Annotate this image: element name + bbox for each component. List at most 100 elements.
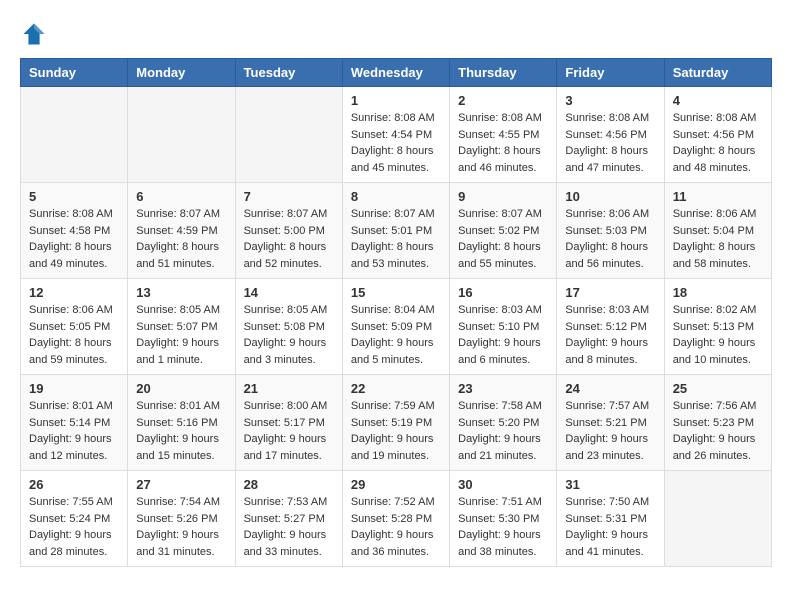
day-info: Sunrise: 8:08 AM Sunset: 4:55 PM Dayligh… (458, 110, 548, 176)
day-info: Sunrise: 8:03 AM Sunset: 5:12 PM Dayligh… (565, 302, 655, 368)
weekday-header: Thursday (450, 59, 557, 87)
day-number: 23 (458, 381, 548, 396)
day-info: Sunrise: 8:06 AM Sunset: 5:03 PM Dayligh… (565, 206, 655, 272)
calendar-cell: 14 Sunrise: 8:05 AM Sunset: 5:08 PM Dayli… (235, 279, 342, 375)
day-info: Sunrise: 8:07 AM Sunset: 5:00 PM Dayligh… (244, 206, 334, 272)
day-number: 12 (29, 285, 119, 300)
weekday-header: Tuesday (235, 59, 342, 87)
calendar-cell (128, 87, 235, 183)
day-info: Sunrise: 8:02 AM Sunset: 5:13 PM Dayligh… (673, 302, 763, 368)
calendar-cell: 18 Sunrise: 8:02 AM Sunset: 5:13 PM Dayli… (664, 279, 771, 375)
day-info: Sunrise: 8:05 AM Sunset: 5:07 PM Dayligh… (136, 302, 226, 368)
day-info: Sunrise: 7:52 AM Sunset: 5:28 PM Dayligh… (351, 494, 441, 560)
day-number: 18 (673, 285, 763, 300)
calendar-cell: 9Sunrise: 8:07 AM Sunset: 5:02 PM Daylig… (450, 183, 557, 279)
day-info: Sunrise: 7:54 AM Sunset: 5:26 PM Dayligh… (136, 494, 226, 560)
calendar-cell: 23 Sunrise: 7:58 AM Sunset: 5:20 PM Dayli… (450, 375, 557, 471)
calendar-cell: 30 Sunrise: 7:51 AM Sunset: 5:30 PM Dayli… (450, 471, 557, 567)
calendar-week-row: 1 Sunrise: 8:08 AM Sunset: 4:54 PM Daylig… (21, 87, 772, 183)
day-number: 16 (458, 285, 548, 300)
calendar-cell: 21 Sunrise: 8:00 AM Sunset: 5:17 PM Dayli… (235, 375, 342, 471)
day-info: Sunrise: 7:51 AM Sunset: 5:30 PM Dayligh… (458, 494, 548, 560)
weekday-header: Sunday (21, 59, 128, 87)
calendar-week-row: 19 Sunrise: 8:01 AM Sunset: 5:14 PM Dayli… (21, 375, 772, 471)
calendar-cell (21, 87, 128, 183)
calendar-cell: 10 Sunrise: 8:06 AM Sunset: 5:03 PM Dayli… (557, 183, 664, 279)
calendar-cell: 3Sunrise: 8:08 AM Sunset: 4:56 PM Daylig… (557, 87, 664, 183)
page-header (20, 20, 772, 48)
day-info: Sunrise: 8:00 AM Sunset: 5:17 PM Dayligh… (244, 398, 334, 464)
calendar-cell: 7Sunrise: 8:07 AM Sunset: 5:00 PM Daylig… (235, 183, 342, 279)
day-info: Sunrise: 8:03 AM Sunset: 5:10 PM Dayligh… (458, 302, 548, 368)
day-number: 1 (351, 93, 441, 108)
day-info: Sunrise: 8:08 AM Sunset: 4:54 PM Dayligh… (351, 110, 441, 176)
calendar-cell: 26 Sunrise: 7:55 AM Sunset: 5:24 PM Dayli… (21, 471, 128, 567)
weekday-header: Monday (128, 59, 235, 87)
day-info: Sunrise: 8:07 AM Sunset: 5:02 PM Dayligh… (458, 206, 548, 272)
calendar-cell: 15Sunrise: 8:04 AM Sunset: 5:09 PM Dayli… (342, 279, 449, 375)
day-number: 14 (244, 285, 334, 300)
day-info: Sunrise: 7:50 AM Sunset: 5:31 PM Dayligh… (565, 494, 655, 560)
calendar-cell: 13 Sunrise: 8:05 AM Sunset: 5:07 PM Dayli… (128, 279, 235, 375)
weekday-header: Wednesday (342, 59, 449, 87)
calendar-table: SundayMondayTuesdayWednesdayThursdayFrid… (20, 58, 772, 567)
calendar-cell: 17 Sunrise: 8:03 AM Sunset: 5:12 PM Dayli… (557, 279, 664, 375)
day-number: 19 (29, 381, 119, 396)
day-number: 25 (673, 381, 763, 396)
day-number: 30 (458, 477, 548, 492)
calendar-cell: 22Sunrise: 7:59 AM Sunset: 5:19 PM Dayli… (342, 375, 449, 471)
day-number: 27 (136, 477, 226, 492)
calendar-cell: 11 Sunrise: 8:06 AM Sunset: 5:04 PM Dayli… (664, 183, 771, 279)
day-number: 13 (136, 285, 226, 300)
calendar-cell: 16 Sunrise: 8:03 AM Sunset: 5:10 PM Dayli… (450, 279, 557, 375)
day-info: Sunrise: 7:58 AM Sunset: 5:20 PM Dayligh… (458, 398, 548, 464)
day-info: Sunrise: 8:06 AM Sunset: 5:04 PM Dayligh… (673, 206, 763, 272)
calendar-cell: 25 Sunrise: 7:56 AM Sunset: 5:23 PM Dayli… (664, 375, 771, 471)
day-number: 21 (244, 381, 334, 396)
day-info: Sunrise: 7:57 AM Sunset: 5:21 PM Dayligh… (565, 398, 655, 464)
day-info: Sunrise: 7:56 AM Sunset: 5:23 PM Dayligh… (673, 398, 763, 464)
day-info: Sunrise: 8:07 AM Sunset: 5:01 PM Dayligh… (351, 206, 441, 272)
calendar-cell: 24 Sunrise: 7:57 AM Sunset: 5:21 PM Dayli… (557, 375, 664, 471)
day-number: 28 (244, 477, 334, 492)
day-number: 3 (565, 93, 655, 108)
day-number: 8 (351, 189, 441, 204)
day-number: 11 (673, 189, 763, 204)
weekday-header: Saturday (664, 59, 771, 87)
day-info: Sunrise: 8:07 AM Sunset: 4:59 PM Dayligh… (136, 206, 226, 272)
logo (20, 20, 52, 48)
calendar-header-row: SundayMondayTuesdayWednesdayThursdayFrid… (21, 59, 772, 87)
calendar-cell: 4Sunrise: 8:08 AM Sunset: 4:56 PM Daylig… (664, 87, 771, 183)
day-info: Sunrise: 8:08 AM Sunset: 4:56 PM Dayligh… (673, 110, 763, 176)
day-number: 31 (565, 477, 655, 492)
day-info: Sunrise: 8:05 AM Sunset: 5:08 PM Dayligh… (244, 302, 334, 368)
calendar-cell: 8 Sunrise: 8:07 AM Sunset: 5:01 PM Daylig… (342, 183, 449, 279)
day-number: 22 (351, 381, 441, 396)
day-info: Sunrise: 8:04 AM Sunset: 5:09 PM Dayligh… (351, 302, 441, 368)
day-number: 24 (565, 381, 655, 396)
calendar-cell: 28 Sunrise: 7:53 AM Sunset: 5:27 PM Dayli… (235, 471, 342, 567)
calendar-cell: 2 Sunrise: 8:08 AM Sunset: 4:55 PM Daylig… (450, 87, 557, 183)
day-number: 10 (565, 189, 655, 204)
calendar-cell: 19 Sunrise: 8:01 AM Sunset: 5:14 PM Dayli… (21, 375, 128, 471)
logo-icon (20, 20, 48, 48)
calendar-week-row: 12Sunrise: 8:06 AM Sunset: 5:05 PM Dayli… (21, 279, 772, 375)
day-number: 2 (458, 93, 548, 108)
day-info: Sunrise: 7:53 AM Sunset: 5:27 PM Dayligh… (244, 494, 334, 560)
weekday-header: Friday (557, 59, 664, 87)
day-info: Sunrise: 8:01 AM Sunset: 5:14 PM Dayligh… (29, 398, 119, 464)
calendar-cell: 1 Sunrise: 8:08 AM Sunset: 4:54 PM Daylig… (342, 87, 449, 183)
calendar-cell: 6Sunrise: 8:07 AM Sunset: 4:59 PM Daylig… (128, 183, 235, 279)
day-info: Sunrise: 8:01 AM Sunset: 5:16 PM Dayligh… (136, 398, 226, 464)
calendar-cell (235, 87, 342, 183)
calendar-cell: 5Sunrise: 8:08 AM Sunset: 4:58 PM Daylig… (21, 183, 128, 279)
calendar-cell: 31 Sunrise: 7:50 AM Sunset: 5:31 PM Dayli… (557, 471, 664, 567)
day-info: Sunrise: 7:55 AM Sunset: 5:24 PM Dayligh… (29, 494, 119, 560)
day-number: 26 (29, 477, 119, 492)
day-number: 17 (565, 285, 655, 300)
calendar-cell: 29 Sunrise: 7:52 AM Sunset: 5:28 PM Dayli… (342, 471, 449, 567)
day-number: 29 (351, 477, 441, 492)
calendar-cell: 12Sunrise: 8:06 AM Sunset: 5:05 PM Dayli… (21, 279, 128, 375)
day-info: Sunrise: 8:08 AM Sunset: 4:58 PM Dayligh… (29, 206, 119, 272)
calendar-cell: 20Sunrise: 8:01 AM Sunset: 5:16 PM Dayli… (128, 375, 235, 471)
